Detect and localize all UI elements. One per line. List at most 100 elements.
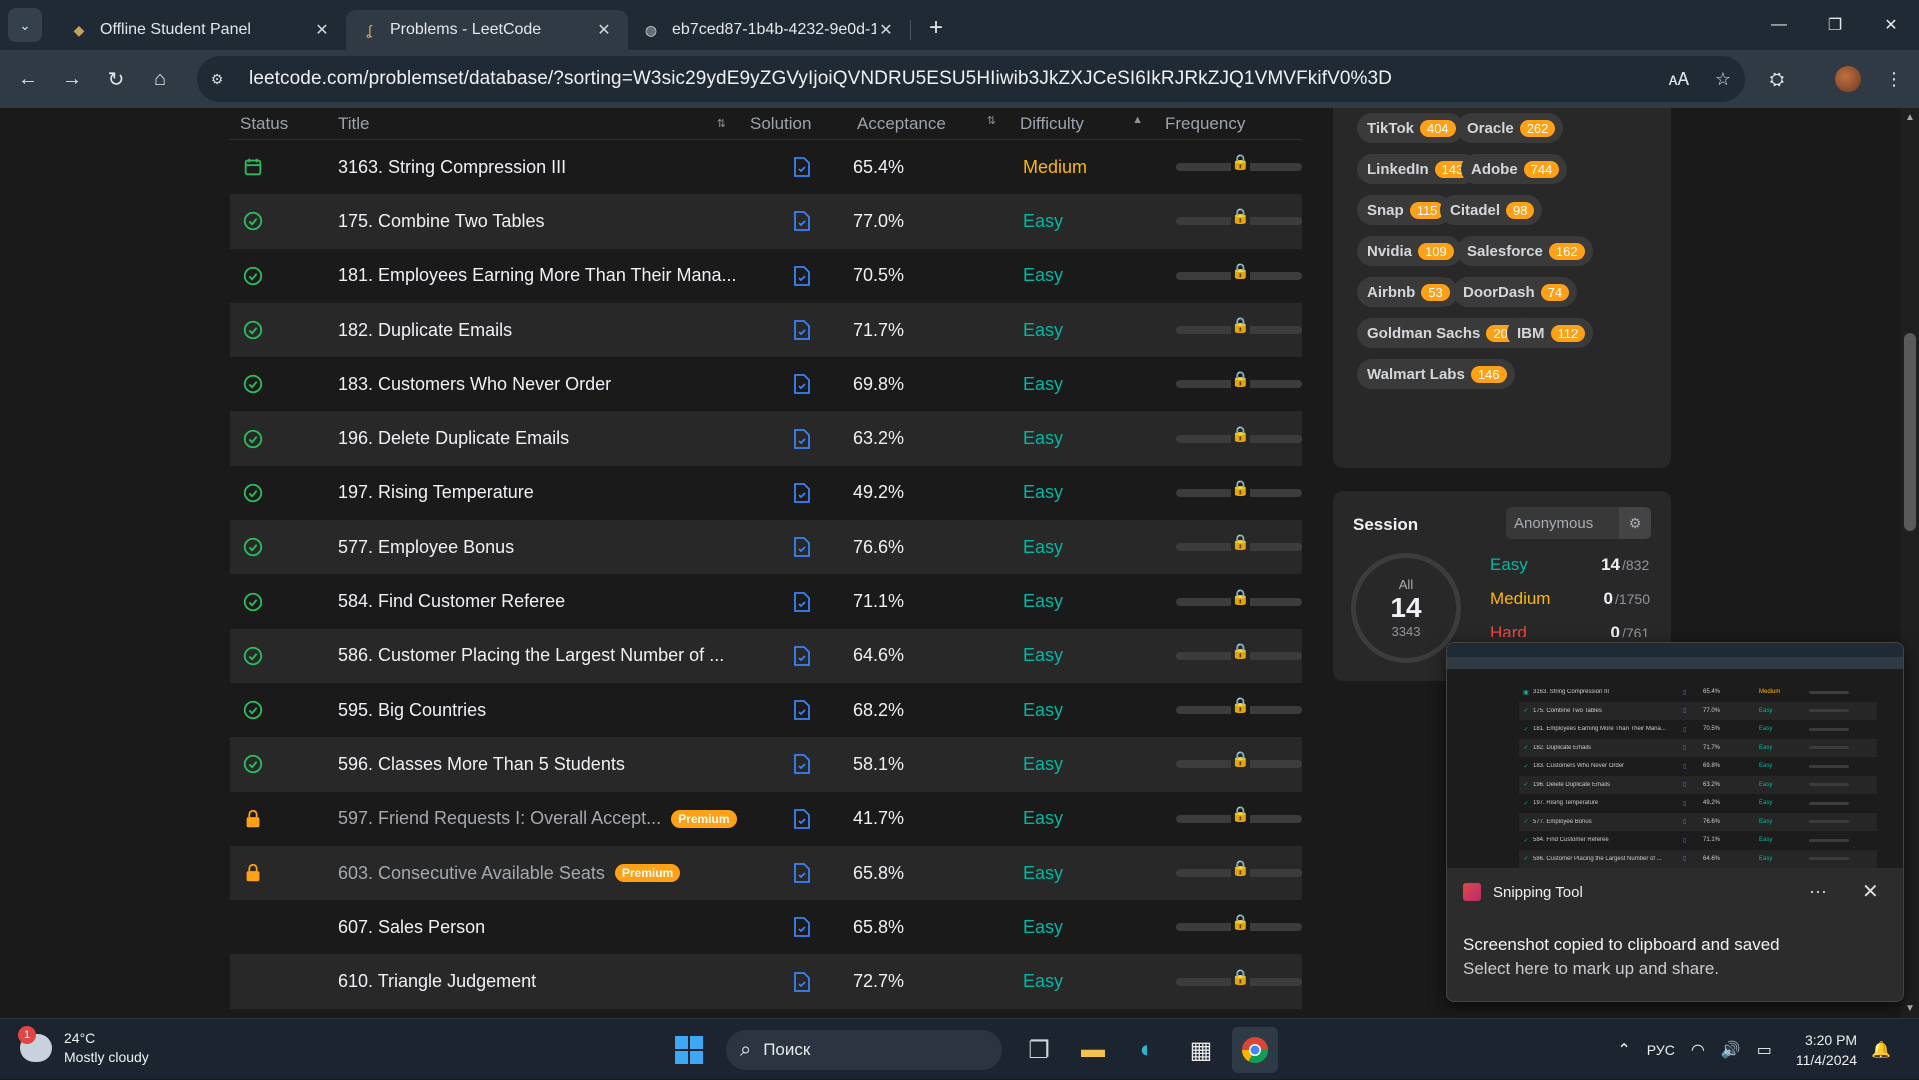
snipping-tool-notification[interactable]: ▣ 3163. String Compression III ▯ 65.4% Mediu…: [1446, 642, 1904, 1002]
solution-cell[interactable]: [750, 374, 853, 395]
table-row[interactable]: 577. Employee Bonus 76.6% Easy 🔒: [230, 520, 1302, 575]
notification-bell-icon[interactable]: 🔔: [1871, 1040, 1891, 1060]
sort-asc-icon[interactable]: ▲: [1132, 114, 1143, 134]
more-options-icon[interactable]: ···: [1809, 881, 1827, 902]
title-cell[interactable]: 175. Combine Two Tables: [338, 211, 750, 232]
solution-doc-icon[interactable]: [793, 591, 811, 612]
problem-title[interactable]: 182. Duplicate Emails: [338, 320, 512, 341]
solution-doc-icon[interactable]: [793, 374, 811, 395]
solution-cell[interactable]: [750, 971, 853, 992]
title-cell[interactable]: 3163. String Compression III: [338, 157, 750, 178]
weather-widget[interactable]: 1 24°C Mostly cloudy: [18, 1026, 149, 1067]
edge-icon[interactable]: ◐: [1124, 1027, 1170, 1073]
company-tag[interactable]: Citadel 98: [1440, 195, 1543, 225]
table-row[interactable]: 182. Duplicate Emails 71.7% Easy 🔒: [230, 302, 1302, 358]
solution-cell[interactable]: [750, 211, 853, 232]
screenshot-thumbnail[interactable]: ▣ 3163. String Compression III ▯ 65.4% Mediu…: [1447, 643, 1903, 868]
close-window-button[interactable]: ✕: [1863, 0, 1919, 50]
table-row[interactable]: 597. Friend Requests I: Overall Accept..…: [230, 792, 1302, 846]
problem-title[interactable]: 595. Big Countries: [338, 700, 486, 721]
site-info-icon[interactable]: ⚙: [203, 65, 231, 93]
header-difficulty[interactable]: Difficulty ▲: [1020, 114, 1165, 134]
solution-cell[interactable]: [750, 917, 853, 938]
chrome-icon[interactable]: [1232, 1027, 1278, 1073]
title-cell[interactable]: 596. Classes More Than 5 Students: [338, 754, 750, 775]
title-cell[interactable]: 183. Customers Who Never Order: [338, 374, 750, 395]
problem-title[interactable]: 597. Friend Requests I: Overall Accept..…: [338, 808, 661, 829]
problem-title[interactable]: 586. Customer Placing the Largest Number…: [338, 645, 724, 666]
solution-doc-icon[interactable]: [793, 428, 811, 449]
solution-doc-icon[interactable]: [793, 265, 811, 286]
table-row[interactable]: 596. Classes More Than 5 Students 58.1% Ea…: [230, 737, 1302, 792]
scroll-up-icon[interactable]: ▲: [1905, 112, 1915, 123]
menu-kebab-icon[interactable]: ⋮: [1872, 50, 1916, 108]
company-tag[interactable]: Snap 115: [1357, 195, 1453, 225]
solution-doc-icon[interactable]: [793, 157, 811, 178]
company-tag[interactable]: Airbnb 53: [1357, 277, 1458, 307]
company-tag[interactable]: Oracle 262: [1457, 113, 1564, 143]
problem-title[interactable]: 596. Classes More Than 5 Students: [338, 754, 625, 775]
chevron-up-icon[interactable]: ⌃: [1617, 1040, 1630, 1060]
solution-doc-icon[interactable]: [793, 754, 811, 775]
table-row[interactable]: 595. Big Countries 68.2% Easy 🔒: [230, 683, 1302, 737]
sort-icon[interactable]: ⇅: [717, 117, 726, 130]
problem-title[interactable]: 610. Triangle Judgement: [338, 971, 536, 992]
new-tab-button[interactable]: +: [919, 11, 953, 45]
table-row[interactable]: 3163. String Compression III 65.4% Medium 🔒: [230, 140, 1302, 194]
forward-button[interactable]: →: [50, 57, 94, 101]
solution-cell[interactable]: [750, 157, 853, 178]
url-text[interactable]: leetcode.com/problemset/database/?sortin…: [249, 68, 1657, 90]
volume-icon[interactable]: 🔊: [1721, 1040, 1741, 1060]
close-tab-icon[interactable]: ✕: [594, 20, 614, 40]
solution-cell[interactable]: [750, 700, 853, 721]
problem-title[interactable]: 183. Customers Who Never Order: [338, 374, 611, 395]
daily-calendar-icon[interactable]: [242, 156, 264, 178]
problem-title[interactable]: 3163. String Compression III: [338, 157, 566, 178]
close-tab-icon[interactable]: ✕: [312, 20, 332, 40]
title-cell[interactable]: 607. Sales Person: [338, 917, 750, 938]
company-tag[interactable]: Adobe 744: [1461, 154, 1568, 184]
table-row[interactable]: 603. Consecutive Available Seats Premium 6…: [230, 845, 1302, 901]
address-bar[interactable]: ⚙ leetcode.com/problemset/database/?sort…: [197, 56, 1745, 102]
title-cell[interactable]: 603. Consecutive Available Seats Premium: [338, 863, 750, 884]
problem-title[interactable]: 584. Find Customer Referee: [338, 591, 565, 612]
company-tag[interactable]: TikTok 404: [1357, 113, 1464, 143]
title-cell[interactable]: 182. Duplicate Emails: [338, 320, 750, 341]
table-row[interactable]: 196. Delete Duplicate Emails 63.2% Easy 🔒: [230, 411, 1302, 466]
task-view-icon[interactable]: ❐: [1016, 1027, 1062, 1073]
back-button[interactable]: ←: [6, 57, 50, 101]
restore-button[interactable]: ❐: [1807, 0, 1863, 50]
title-cell[interactable]: 196. Delete Duplicate Emails: [338, 428, 750, 449]
solution-cell[interactable]: [750, 537, 853, 558]
company-tag[interactable]: Walmart Labs 146: [1357, 359, 1515, 389]
problem-title[interactable]: 577. Employee Bonus: [338, 537, 514, 558]
session-selector[interactable]: Anonymous ⚙: [1506, 507, 1651, 539]
close-tab-icon[interactable]: ✕: [876, 20, 896, 40]
solution-doc-icon[interactable]: [793, 645, 811, 666]
solution-cell[interactable]: [750, 320, 853, 340]
solution-cell[interactable]: [750, 483, 853, 503]
problem-title[interactable]: 197. Rising Temperature: [338, 482, 534, 503]
company-tag[interactable]: Goldman Sachs 204: [1357, 318, 1531, 348]
problem-title[interactable]: 603. Consecutive Available Seats: [338, 863, 605, 884]
company-tag[interactable]: Nvidia 109: [1357, 236, 1462, 266]
table-row[interactable]: 175. Combine Two Tables 77.0% Easy 🔒: [230, 194, 1302, 249]
problem-title[interactable]: 607. Sales Person: [338, 917, 485, 938]
tab-eb7ced87[interactable]: ◍ eb7ced87-1b4b-4232-9e0d-17 ✕: [628, 10, 910, 50]
table-row[interactable]: 584. Find Customer Referee 71.1% Easy 🔒: [230, 574, 1302, 628]
profile-avatar[interactable]: [1826, 50, 1870, 108]
home-button[interactable]: ⌂: [138, 57, 182, 101]
solution-doc-icon[interactable]: [793, 211, 811, 232]
taskbar-search[interactable]: ⌕ Поиск: [726, 1030, 1002, 1070]
title-cell[interactable]: 610. Triangle Judgement: [338, 971, 750, 992]
solution-cell[interactable]: [750, 645, 853, 666]
title-cell[interactable]: 181. Employees Earning More Than Their M…: [338, 265, 750, 286]
solution-doc-icon[interactable]: [793, 537, 811, 558]
table-row[interactable]: 610. Triangle Judgement 72.7% Easy 🔒: [230, 954, 1302, 1009]
wifi-icon[interactable]: ◠: [1691, 1040, 1705, 1060]
solution-cell[interactable]: [750, 265, 853, 286]
solution-doc-icon[interactable]: [793, 863, 811, 883]
title-cell[interactable]: 584. Find Customer Referee: [338, 591, 750, 612]
solution-doc-icon[interactable]: [793, 320, 811, 340]
table-row[interactable]: 607. Sales Person 65.8% Easy 🔒: [230, 900, 1302, 954]
